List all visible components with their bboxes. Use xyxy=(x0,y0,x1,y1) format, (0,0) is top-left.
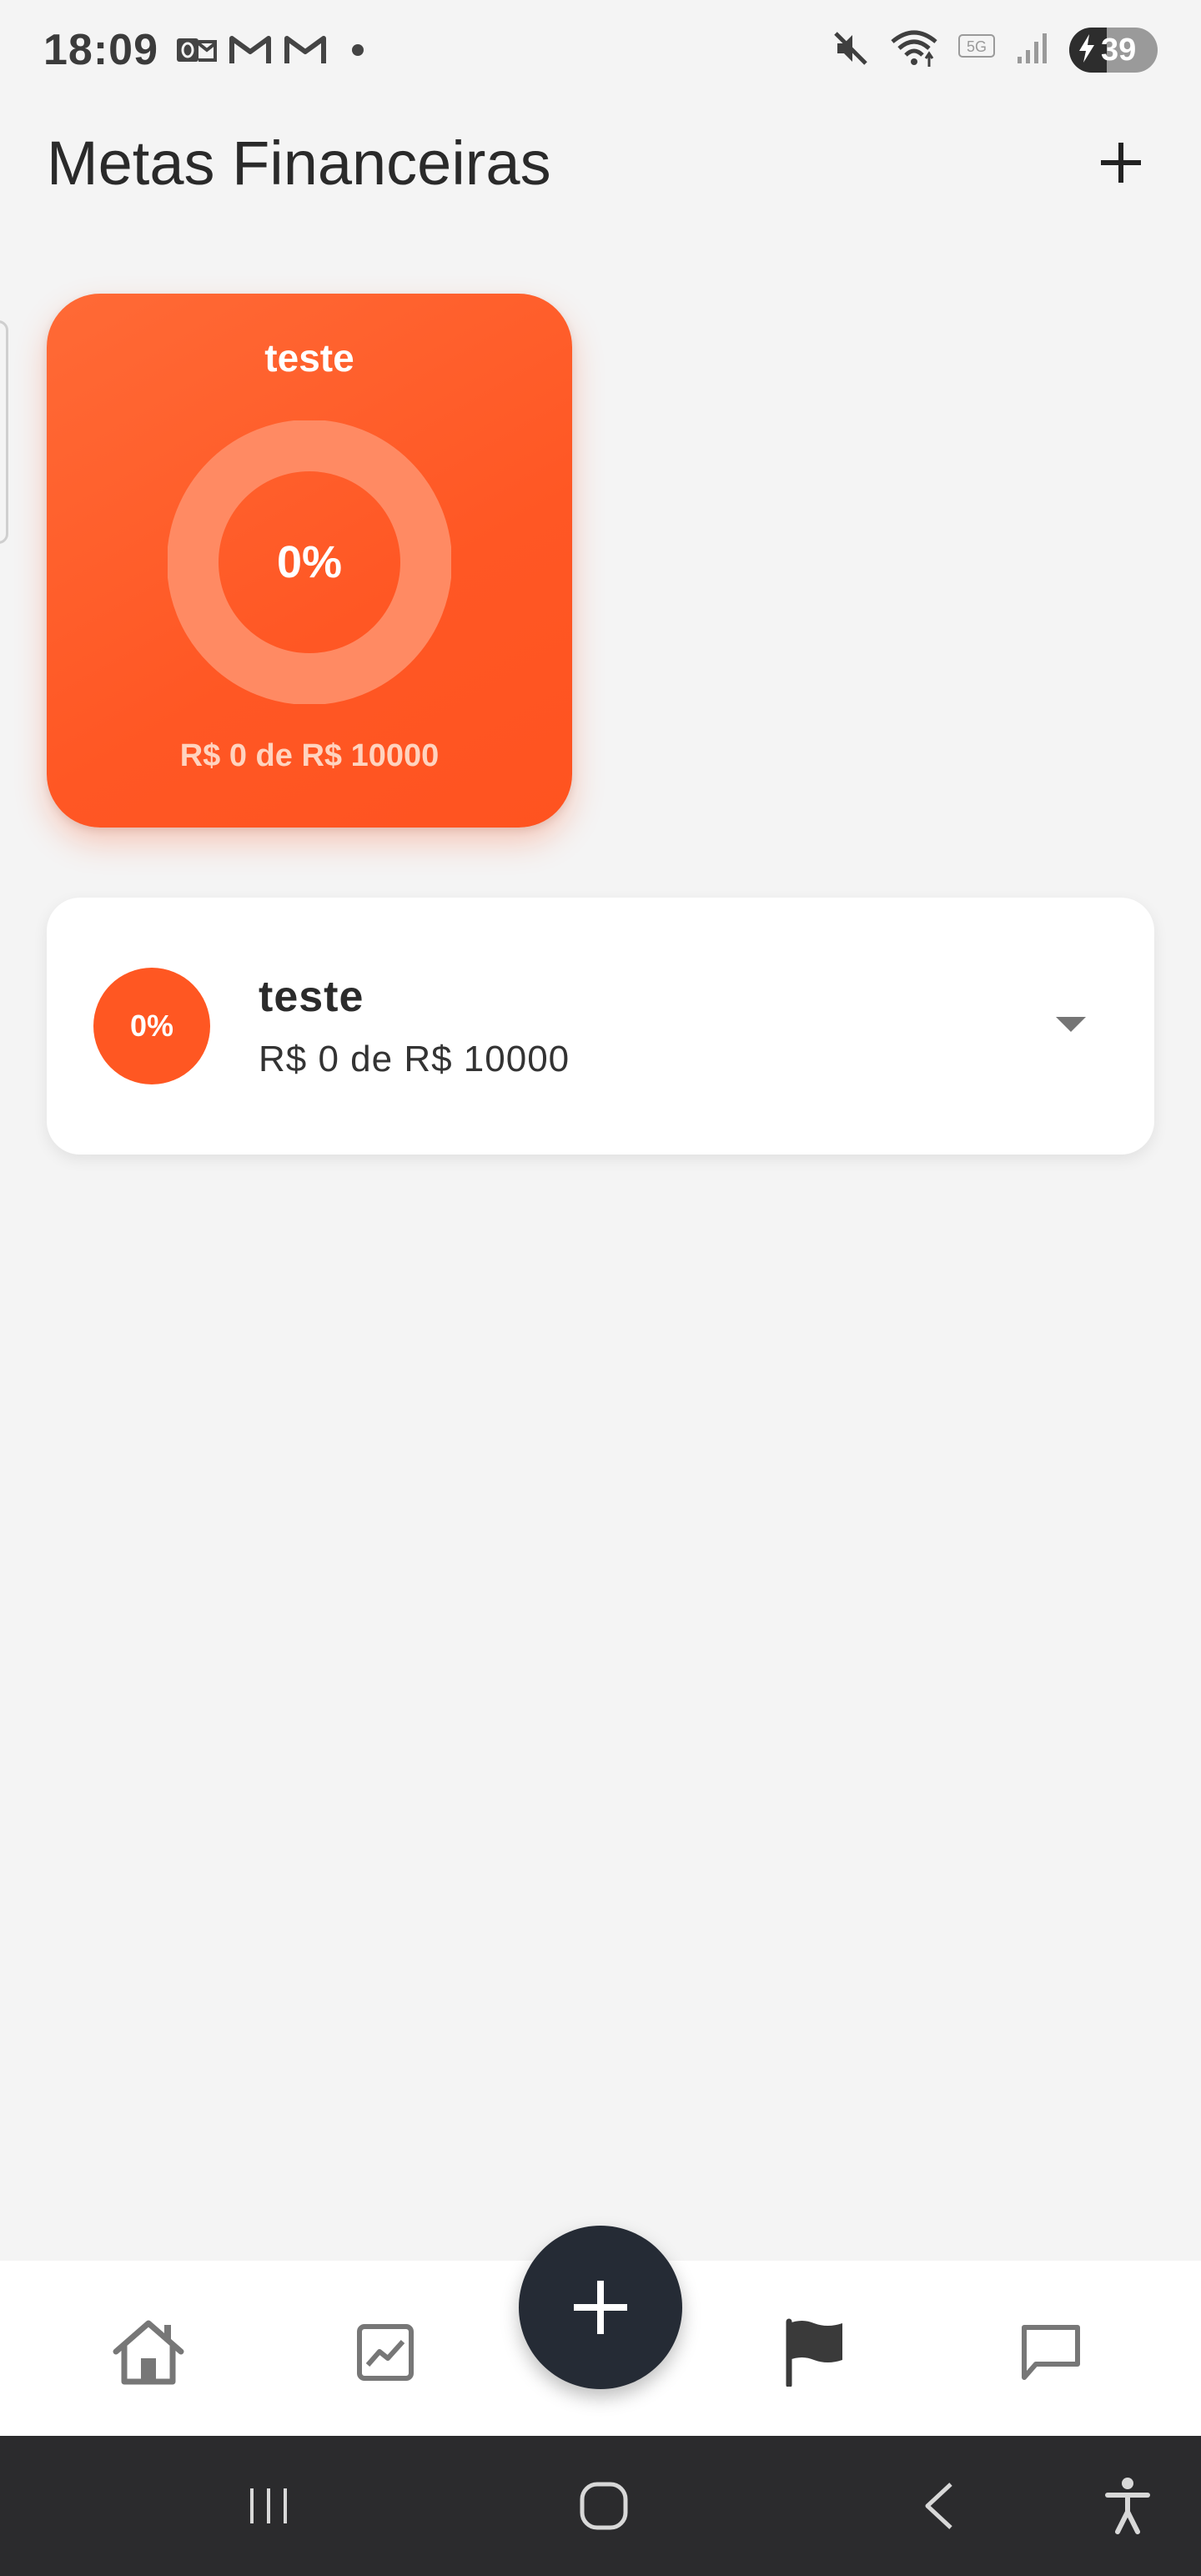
gmail-icon xyxy=(284,33,327,67)
goal-list-amount: R$ 0 de R$ 10000 xyxy=(259,1039,570,1079)
goal-card-amount: R$ 0 de R$ 10000 xyxy=(179,738,440,773)
gmail-icon xyxy=(229,33,272,67)
previous-card-peek[interactable] xyxy=(0,320,8,544)
charging-bolt-icon xyxy=(1078,33,1096,67)
goal-list-item[interactable]: 0% teste R$ 0 de R$ 10000 xyxy=(47,898,1154,1155)
5g-icon: 5G xyxy=(957,32,996,69)
system-status-icons: 5G 39 xyxy=(831,28,1158,73)
recent-apps-icon xyxy=(250,2488,287,2523)
plus-icon xyxy=(1101,143,1141,183)
screen: 18:09 5G 39 Metas Financeiras teste 0% R… xyxy=(0,0,1201,2576)
wifi-icon xyxy=(889,28,939,73)
nav-charts[interactable] xyxy=(344,2311,427,2394)
add-icon xyxy=(574,2281,627,2334)
nav-home[interactable] xyxy=(107,2311,190,2394)
signal-icon xyxy=(1014,30,1051,71)
accessibility-icon xyxy=(1105,2478,1150,2534)
nav-chat[interactable] xyxy=(1009,2311,1093,2394)
home-circle-icon xyxy=(580,2482,628,2530)
nav-goals[interactable] xyxy=(772,2311,856,2394)
mute-icon xyxy=(831,28,871,73)
system-home-button[interactable] xyxy=(570,2473,637,2539)
svg-text:5G: 5G xyxy=(967,38,987,55)
chart-icon xyxy=(357,2324,414,2381)
page-title: Metas Financeiras xyxy=(47,128,551,198)
outlook-icon xyxy=(175,33,217,67)
caret-down-icon[interactable] xyxy=(1054,1015,1088,1038)
notification-icons xyxy=(175,33,364,67)
add-goal-button[interactable] xyxy=(1088,129,1154,196)
status-bar: 18:09 5G 39 xyxy=(0,0,1201,100)
goal-list-text: teste R$ 0 de R$ 10000 xyxy=(259,972,570,1080)
goal-card[interactable]: teste 0% R$ 0 de R$ 10000 xyxy=(47,294,572,828)
recent-apps-button[interactable] xyxy=(235,2473,302,2539)
goal-progress-badge: 0% xyxy=(93,968,210,1084)
goal-list-title: teste xyxy=(259,973,364,1021)
add-transaction-button[interactable] xyxy=(519,2226,682,2389)
back-button[interactable] xyxy=(906,2473,972,2539)
app-header: Metas Financeiras xyxy=(47,117,1154,209)
battery-indicator: 39 xyxy=(1069,28,1158,73)
home-icon xyxy=(113,2320,184,2385)
goal-card-title: teste xyxy=(264,336,354,380)
status-time: 18:09 xyxy=(43,26,158,74)
goal-card-percent: 0% xyxy=(276,537,343,587)
accessibility-button[interactable] xyxy=(1094,2473,1161,2539)
chat-icon xyxy=(1022,2325,1080,2380)
battery-percent: 39 xyxy=(1101,32,1137,68)
notification-dot xyxy=(352,44,364,56)
flag-icon xyxy=(786,2318,842,2387)
android-navigation-bar xyxy=(0,2436,1201,2576)
back-icon xyxy=(925,2483,952,2529)
